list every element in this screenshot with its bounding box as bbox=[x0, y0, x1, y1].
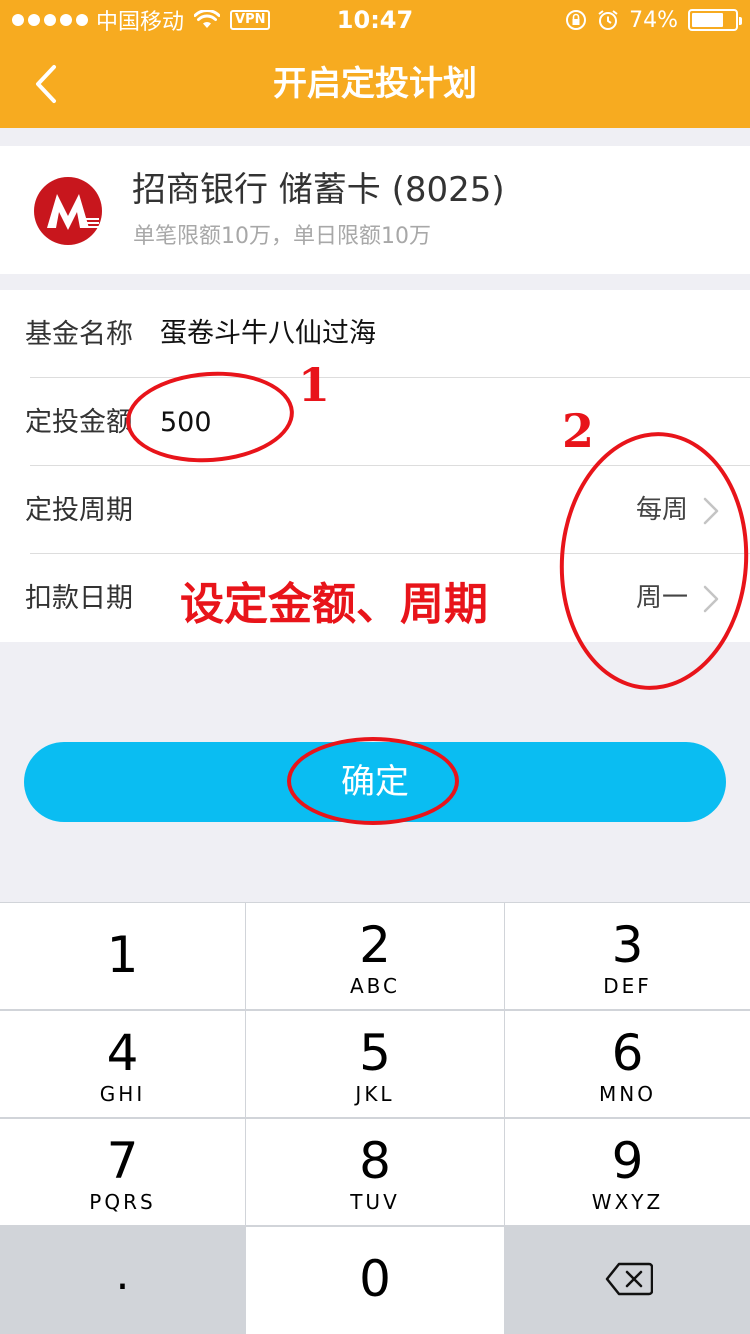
key-digit: 2 bbox=[359, 916, 391, 974]
key-6[interactable]: 6 MNO bbox=[505, 1011, 750, 1117]
cmb-bank-logo-icon bbox=[34, 177, 102, 245]
nav-bar: 开启定投计划 bbox=[0, 40, 750, 128]
key-dot-label: . bbox=[115, 1249, 130, 1300]
key-letters: JKL bbox=[355, 1082, 395, 1106]
fund-name-label: 基金名称 bbox=[25, 319, 133, 350]
key-letters: PQRS bbox=[89, 1190, 156, 1214]
key-digit: 1 bbox=[106, 926, 139, 984]
key-0[interactable]: 0 bbox=[246, 1227, 504, 1334]
key-letters: ABC bbox=[349, 974, 400, 998]
key-5[interactable]: 5 JKL bbox=[246, 1011, 504, 1117]
key-4[interactable]: 4 GHI bbox=[0, 1011, 245, 1117]
status-bar: 中国移动 VPN 10:47 74% bbox=[0, 0, 750, 40]
annotation-number-2: 2 bbox=[562, 404, 595, 458]
annotation-number-1: 1 bbox=[298, 358, 331, 412]
key-digit: 6 bbox=[611, 1024, 644, 1082]
amount-label: 定投金额 bbox=[25, 407, 133, 438]
deduction-date-label: 扣款日期 bbox=[25, 583, 133, 614]
bank-limit-text: 单笔限额10万，单日限额10万 bbox=[133, 224, 431, 249]
page-title: 开启定投计划 bbox=[273, 64, 477, 104]
rotation-lock-icon bbox=[566, 10, 587, 30]
status-right: 74% bbox=[565, 6, 742, 34]
key-letters: MNO bbox=[599, 1082, 656, 1106]
alarm-icon bbox=[598, 10, 618, 30]
key-letters: WXYZ bbox=[591, 1190, 664, 1214]
key-digit: 0 bbox=[359, 1250, 391, 1308]
delete-key[interactable] bbox=[505, 1227, 750, 1334]
key-letters: TUV bbox=[350, 1190, 400, 1214]
key-2[interactable]: 2 ABC bbox=[246, 903, 504, 1009]
key-digit: 3 bbox=[611, 916, 644, 974]
key-1[interactable]: 1 bbox=[0, 903, 245, 1009]
key-digit: 5 bbox=[359, 1024, 391, 1082]
battery-icon bbox=[688, 9, 742, 31]
key-digit: 9 bbox=[611, 1132, 644, 1190]
fund-name-value: 蛋卷斗牛八仙过海 bbox=[160, 318, 376, 349]
key-digit: 8 bbox=[359, 1132, 391, 1190]
key-letters: DEF bbox=[603, 974, 652, 998]
key-7[interactable]: 7 PQRS bbox=[0, 1119, 245, 1225]
key-dot[interactable]: . bbox=[0, 1227, 245, 1334]
fund-name-row: 基金名称 蛋卷斗牛八仙过海 bbox=[0, 290, 750, 378]
backspace-icon bbox=[605, 1262, 653, 1296]
key-digit: 4 bbox=[106, 1024, 139, 1082]
key-8[interactable]: 8 TUV bbox=[246, 1119, 504, 1225]
annotation-circle-confirm bbox=[287, 737, 459, 825]
header: 中国移动 VPN 10:47 74% 开启定投计划 bbox=[0, 0, 750, 128]
bank-card-selector[interactable]: 招商银行 储蓄卡 (8025) 单笔限额10万，单日限额10万 bbox=[0, 146, 750, 274]
bank-card-name: 招商银行 储蓄卡 (8025) bbox=[132, 170, 505, 210]
annotation-note: 设定金额、周期 bbox=[180, 579, 488, 630]
numeric-keypad: 1 2 ABC 3 DEF 4 GHI 5 JKL 6 MNO 7 PQRS 8… bbox=[0, 902, 750, 1334]
key-digit: 7 bbox=[106, 1132, 139, 1190]
cycle-label: 定投周期 bbox=[25, 495, 133, 526]
key-3[interactable]: 3 DEF bbox=[505, 903, 750, 1009]
key-9[interactable]: 9 WXYZ bbox=[505, 1119, 750, 1225]
key-letters: GHI bbox=[99, 1082, 146, 1106]
battery-percentage: 74% bbox=[629, 7, 678, 33]
